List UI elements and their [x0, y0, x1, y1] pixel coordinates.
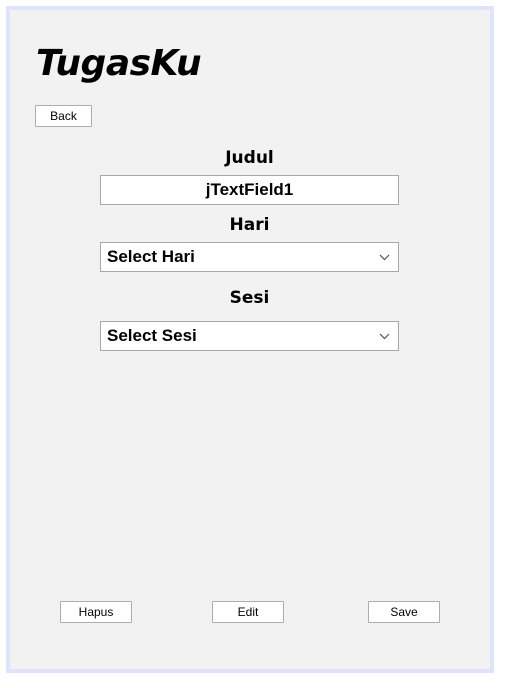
hari-select[interactable]: Select Hari [100, 242, 399, 272]
save-button[interactable]: Save [368, 601, 440, 623]
sesi-select[interactable]: Select Sesi [100, 321, 399, 351]
app-window: TugasKu Back Judul Hari Select Hari Sesi… [6, 6, 494, 673]
judul-input[interactable] [100, 175, 399, 205]
back-button[interactable]: Back [35, 105, 92, 127]
hapus-button[interactable]: Hapus [60, 601, 132, 623]
app-title: TugasKu [36, 43, 202, 84]
hari-label: Hari [229, 215, 270, 235]
edit-button[interactable]: Edit [212, 601, 284, 623]
sesi-select-value: Select Sesi [107, 326, 197, 345]
sesi-label: Sesi [229, 288, 270, 308]
judul-label: Judul [225, 148, 274, 168]
hari-select-value: Select Hari [107, 247, 195, 266]
chevron-down-icon[interactable] [374, 243, 394, 271]
chevron-down-icon[interactable] [374, 322, 394, 350]
